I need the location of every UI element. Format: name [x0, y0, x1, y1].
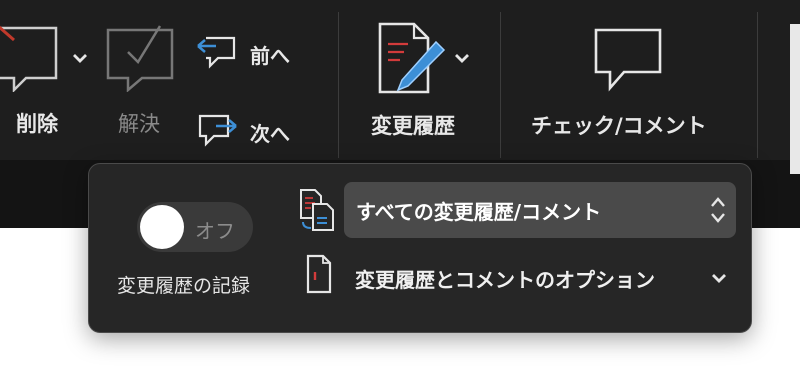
delete-comment-icon[interactable] [0, 22, 64, 96]
check-comments-label[interactable]: チェック/コメント [531, 110, 707, 140]
ribbon-separator [500, 12, 501, 158]
chevron-down-icon[interactable] [711, 272, 727, 284]
track-changes-label[interactable]: 変更履歴 [371, 110, 455, 140]
delete-label[interactable]: 削除 [16, 108, 58, 138]
track-changes-record-label: 変更履歴の記録 [117, 275, 251, 297]
toggle-state: オフ [195, 219, 235, 243]
track-changes-toggle[interactable]: オフ [137, 202, 253, 252]
next-group-edge [790, 24, 800, 174]
ribbon-separator [338, 12, 339, 158]
resolve-comment-icon[interactable] [106, 22, 178, 96]
previous-comment-icon[interactable] [196, 34, 238, 74]
track-changes-popup: オフ 変更履歴の記録 すべての変更履歴/コメント 変更履歴とコメントのオプション [88, 163, 752, 333]
up-down-chevron-icon [711, 197, 725, 223]
toggle-knob [140, 205, 184, 249]
markup-select[interactable]: すべての変更履歴/コメント [344, 182, 736, 238]
markup-select-value: すべての変更履歴/コメント [356, 200, 602, 224]
ribbon-separator [757, 12, 758, 158]
delete-chevron-down-icon[interactable] [72, 52, 88, 64]
previous-label[interactable]: 前へ [250, 40, 290, 69]
options-document-icon [305, 254, 333, 298]
markup-display-icon [297, 188, 337, 236]
next-label[interactable]: 次へ [250, 118, 290, 147]
track-changes-icon[interactable] [374, 20, 450, 104]
resolve-label[interactable]: 解決 [118, 108, 160, 138]
options-menu-label[interactable]: 変更履歴とコメントのオプション [355, 264, 655, 293]
track-changes-chevron-down-icon[interactable] [454, 52, 470, 64]
check-comment-icon[interactable] [592, 24, 664, 100]
next-comment-icon[interactable] [196, 112, 238, 152]
